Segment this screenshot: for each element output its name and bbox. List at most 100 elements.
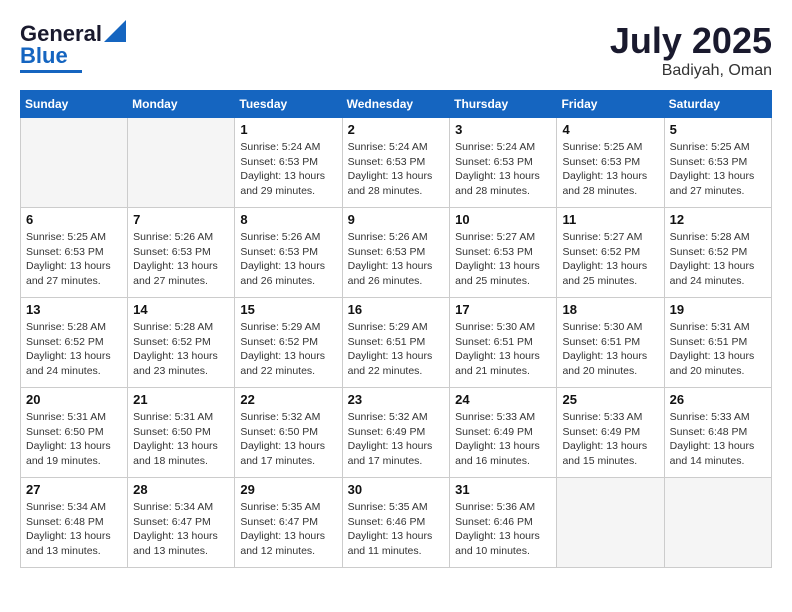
day-info: Sunrise: 5:27 AM Sunset: 6:52 PM Dayligh… — [562, 230, 658, 289]
day-info: Sunrise: 5:25 AM Sunset: 6:53 PM Dayligh… — [26, 230, 122, 289]
day-info: Sunrise: 5:33 AM Sunset: 6:49 PM Dayligh… — [455, 410, 551, 469]
calendar-cell — [128, 118, 235, 208]
day-info: Sunrise: 5:26 AM Sunset: 6:53 PM Dayligh… — [133, 230, 229, 289]
day-info: Sunrise: 5:29 AM Sunset: 6:51 PM Dayligh… — [348, 320, 445, 379]
calendar-table: SundayMondayTuesdayWednesdayThursdayFrid… — [20, 90, 772, 568]
day-number: 26 — [670, 392, 766, 407]
weekday-header: Saturday — [664, 91, 771, 118]
calendar-cell: 15 Sunrise: 5:29 AM Sunset: 6:52 PM Dayli… — [235, 298, 342, 388]
calendar-cell: 2 Sunrise: 5:24 AM Sunset: 6:53 PM Daylig… — [342, 118, 450, 208]
calendar-cell: 23 Sunrise: 5:32 AM Sunset: 6:49 PM Dayli… — [342, 388, 450, 478]
calendar-cell: 20Sunrise: 5:31 AM Sunset: 6:50 PM Dayli… — [21, 388, 128, 478]
day-number: 11 — [562, 212, 658, 227]
day-info: Sunrise: 5:28 AM Sunset: 6:52 PM Dayligh… — [26, 320, 122, 379]
calendar-cell: 27 Sunrise: 5:34 AM Sunset: 6:48 PM Dayli… — [21, 478, 128, 568]
day-info: Sunrise: 5:26 AM Sunset: 6:53 PM Dayligh… — [348, 230, 445, 289]
day-info: Sunrise: 5:33 AM Sunset: 6:48 PM Dayligh… — [670, 410, 766, 469]
day-info: Sunrise: 5:34 AM Sunset: 6:48 PM Dayligh… — [26, 500, 122, 559]
day-number: 2 — [348, 122, 445, 137]
calendar-cell: 28 Sunrise: 5:34 AM Sunset: 6:47 PM Dayli… — [128, 478, 235, 568]
day-number: 31 — [455, 482, 551, 497]
calendar-cell: 24Sunrise: 5:33 AM Sunset: 6:49 PM Dayli… — [450, 388, 557, 478]
calendar-cell — [664, 478, 771, 568]
day-number: 1 — [240, 122, 336, 137]
weekday-header: Wednesday — [342, 91, 450, 118]
day-number: 15 — [240, 302, 336, 317]
day-info: Sunrise: 5:32 AM Sunset: 6:50 PM Dayligh… — [240, 410, 336, 469]
day-info: Sunrise: 5:34 AM Sunset: 6:47 PM Dayligh… — [133, 500, 229, 559]
day-number: 17 — [455, 302, 551, 317]
day-number: 27 — [26, 482, 122, 497]
day-info: Sunrise: 5:28 AM Sunset: 6:52 PM Dayligh… — [670, 230, 766, 289]
calendar-cell: 30 Sunrise: 5:35 AM Sunset: 6:46 PM Dayli… — [342, 478, 450, 568]
page-header: General Blue July 2025 Badiyah, Oman — [20, 20, 772, 80]
day-info: Sunrise: 5:32 AM Sunset: 6:49 PM Dayligh… — [348, 410, 445, 469]
calendar-cell: 4 Sunrise: 5:25 AM Sunset: 6:53 PM Daylig… — [557, 118, 664, 208]
day-info: Sunrise: 5:31 AM Sunset: 6:51 PM Dayligh… — [670, 320, 766, 379]
calendar-cell: 19 Sunrise: 5:31 AM Sunset: 6:51 PM Dayli… — [664, 298, 771, 388]
weekday-header: Friday — [557, 91, 664, 118]
day-number: 3 — [455, 122, 551, 137]
day-number: 18 — [562, 302, 658, 317]
day-info: Sunrise: 5:29 AM Sunset: 6:52 PM Dayligh… — [240, 320, 336, 379]
logo-icon — [104, 20, 126, 42]
calendar-header-row: SundayMondayTuesdayWednesdayThursdayFrid… — [21, 91, 772, 118]
day-number: 14 — [133, 302, 229, 317]
calendar-cell: 5 Sunrise: 5:25 AM Sunset: 6:53 PM Daylig… — [664, 118, 771, 208]
day-info: Sunrise: 5:31 AM Sunset: 6:50 PM Dayligh… — [26, 410, 122, 469]
day-info: Sunrise: 5:36 AM Sunset: 6:46 PM Dayligh… — [455, 500, 551, 559]
day-info: Sunrise: 5:25 AM Sunset: 6:53 PM Dayligh… — [562, 140, 658, 199]
day-number: 28 — [133, 482, 229, 497]
calendar-cell: 3Sunrise: 5:24 AM Sunset: 6:53 PM Daylig… — [450, 118, 557, 208]
day-number: 6 — [26, 212, 122, 227]
day-number: 21 — [133, 392, 229, 407]
logo: General Blue — [20, 20, 126, 73]
day-number: 13 — [26, 302, 122, 317]
logo-underline — [20, 70, 82, 73]
month-title: July 2025 — [610, 20, 772, 62]
day-info: Sunrise: 5:35 AM Sunset: 6:47 PM Dayligh… — [240, 500, 336, 559]
day-number: 8 — [240, 212, 336, 227]
day-info: Sunrise: 5:35 AM Sunset: 6:46 PM Dayligh… — [348, 500, 445, 559]
day-number: 19 — [670, 302, 766, 317]
logo-blue-text: Blue — [20, 43, 68, 69]
calendar-cell: 25 Sunrise: 5:33 AM Sunset: 6:49 PM Dayli… — [557, 388, 664, 478]
calendar-cell: 9 Sunrise: 5:26 AM Sunset: 6:53 PM Daylig… — [342, 208, 450, 298]
weekday-header: Thursday — [450, 91, 557, 118]
day-number: 16 — [348, 302, 445, 317]
day-number: 22 — [240, 392, 336, 407]
day-number: 4 — [562, 122, 658, 137]
day-number: 30 — [348, 482, 445, 497]
day-number: 25 — [562, 392, 658, 407]
calendar-cell — [557, 478, 664, 568]
calendar-cell: 1Sunrise: 5:24 AM Sunset: 6:53 PM Daylig… — [235, 118, 342, 208]
day-number: 10 — [455, 212, 551, 227]
calendar-week-row: 20Sunrise: 5:31 AM Sunset: 6:50 PM Dayli… — [21, 388, 772, 478]
calendar-cell: 29 Sunrise: 5:35 AM Sunset: 6:47 PM Dayli… — [235, 478, 342, 568]
calendar-cell: 10 Sunrise: 5:27 AM Sunset: 6:53 PM Dayli… — [450, 208, 557, 298]
day-number: 9 — [348, 212, 445, 227]
calendar-cell: 16 Sunrise: 5:29 AM Sunset: 6:51 PM Dayli… — [342, 298, 450, 388]
day-number: 5 — [670, 122, 766, 137]
day-info: Sunrise: 5:30 AM Sunset: 6:51 PM Dayligh… — [562, 320, 658, 379]
day-info: Sunrise: 5:27 AM Sunset: 6:53 PM Dayligh… — [455, 230, 551, 289]
calendar-week-row: 27 Sunrise: 5:34 AM Sunset: 6:48 PM Dayli… — [21, 478, 772, 568]
day-info: Sunrise: 5:26 AM Sunset: 6:53 PM Dayligh… — [240, 230, 336, 289]
day-number: 23 — [348, 392, 445, 407]
calendar-cell: 11 Sunrise: 5:27 AM Sunset: 6:52 PM Dayli… — [557, 208, 664, 298]
day-info: Sunrise: 5:25 AM Sunset: 6:53 PM Dayligh… — [670, 140, 766, 199]
day-number: 12 — [670, 212, 766, 227]
day-info: Sunrise: 5:24 AM Sunset: 6:53 PM Dayligh… — [348, 140, 445, 199]
title-block: July 2025 Badiyah, Oman — [610, 20, 772, 80]
calendar-week-row: 6 Sunrise: 5:25 AM Sunset: 6:53 PM Daylig… — [21, 208, 772, 298]
calendar-cell: 26 Sunrise: 5:33 AM Sunset: 6:48 PM Dayli… — [664, 388, 771, 478]
calendar-cell: 13 Sunrise: 5:28 AM Sunset: 6:52 PM Dayli… — [21, 298, 128, 388]
calendar-cell: 7Sunrise: 5:26 AM Sunset: 6:53 PM Daylig… — [128, 208, 235, 298]
calendar-cell: 12 Sunrise: 5:28 AM Sunset: 6:52 PM Dayli… — [664, 208, 771, 298]
day-number: 29 — [240, 482, 336, 497]
weekday-header: Sunday — [21, 91, 128, 118]
weekday-header: Monday — [128, 91, 235, 118]
calendar-week-row: 1 Sunrise: 5:24 AM Sunset: 6:53 PM Daylig… — [21, 118, 772, 208]
day-info: Sunrise: 5:33 AM Sunset: 6:49 PM Dayligh… — [562, 410, 658, 469]
location: Badiyah, Oman — [610, 62, 772, 80]
